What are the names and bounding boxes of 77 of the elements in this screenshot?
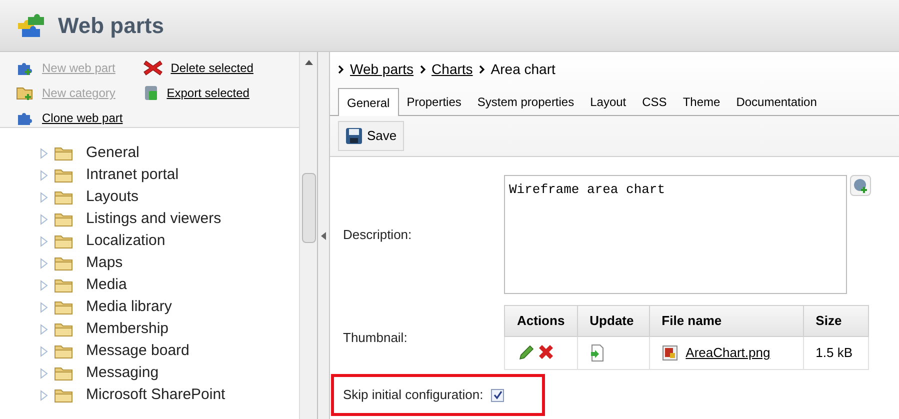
expand-arrow-icon[interactable] bbox=[40, 346, 48, 356]
folder-icon bbox=[54, 211, 74, 227]
folder-icon bbox=[54, 255, 74, 271]
tab[interactable]: CSS bbox=[634, 89, 675, 115]
tab[interactable]: Theme bbox=[674, 89, 728, 115]
tree-item-label[interactable]: Intranet portal bbox=[86, 164, 179, 186]
tab[interactable]: Properties bbox=[398, 89, 470, 115]
puzzle-icon bbox=[16, 60, 34, 76]
tree-item-label[interactable]: General bbox=[86, 142, 140, 164]
tree-item-label[interactable]: Message board bbox=[86, 340, 190, 362]
save-button[interactable]: Save bbox=[338, 121, 404, 151]
tree-item-label[interactable]: Media bbox=[86, 274, 127, 296]
tree-item-label[interactable]: Maps bbox=[86, 252, 123, 274]
delete-icon[interactable] bbox=[537, 344, 555, 362]
tree-item-label[interactable]: Microsoft SharePoint bbox=[86, 384, 226, 406]
expand-arrow-icon[interactable] bbox=[40, 170, 48, 180]
tree-item-label[interactable]: Media library bbox=[86, 296, 172, 318]
expand-arrow-icon[interactable] bbox=[40, 214, 48, 224]
column-header: Size bbox=[803, 306, 868, 336]
skip-configuration-label: Skip initial configuration: bbox=[343, 386, 484, 404]
puzzle-icon bbox=[16, 110, 34, 126]
folder-icon bbox=[54, 365, 74, 381]
description-label: Description: bbox=[343, 226, 412, 244]
pencil-icon[interactable] bbox=[517, 344, 535, 362]
chevron-icon bbox=[478, 64, 485, 74]
page-title: Web parts bbox=[58, 12, 164, 40]
expand-arrow-icon[interactable] bbox=[40, 390, 48, 400]
globe-plus-icon[interactable] bbox=[850, 175, 871, 196]
thumbnail-label: Thumbnail: bbox=[343, 328, 408, 347]
tree-item-label[interactable]: Localization bbox=[86, 230, 166, 252]
tab[interactable]: Documentation bbox=[728, 89, 825, 115]
expand-arrow-icon[interactable] bbox=[40, 368, 48, 378]
column-header: Actions bbox=[504, 306, 578, 336]
toolbar-link[interactable]: Delete selected bbox=[170, 59, 254, 77]
folder-icon bbox=[54, 387, 74, 403]
folder-icon bbox=[54, 233, 74, 249]
breadcrumb-link[interactable]: Web parts bbox=[350, 58, 414, 80]
table-cell: 1.5 kB bbox=[803, 336, 868, 370]
column-header: Update bbox=[577, 306, 650, 336]
image-file-icon bbox=[662, 345, 678, 361]
collapse-arrow-icon[interactable] bbox=[321, 232, 326, 240]
tab[interactable]: General bbox=[338, 88, 399, 116]
folder-icon bbox=[54, 321, 74, 337]
scrollbar-thumb[interactable] bbox=[302, 173, 316, 243]
expand-arrow-icon[interactable] bbox=[40, 324, 48, 334]
toolbar-link[interactable]: Export selected bbox=[166, 84, 250, 102]
folder-icon bbox=[54, 299, 74, 315]
tree-item-label[interactable]: Layouts bbox=[86, 186, 139, 208]
description-field[interactable]: Wireframe area chart bbox=[504, 175, 847, 294]
folder-icon bbox=[54, 277, 74, 293]
toolbar-link[interactable]: Clone web part bbox=[42, 109, 123, 127]
scroll-up-icon[interactable] bbox=[304, 60, 312, 65]
folder-icon bbox=[54, 167, 74, 183]
expand-arrow-icon[interactable] bbox=[40, 192, 48, 202]
checkbox[interactable] bbox=[491, 388, 504, 402]
folder-plus-icon bbox=[16, 85, 34, 101]
tab[interactable]: Layout bbox=[582, 89, 634, 115]
expand-arrow-icon[interactable] bbox=[40, 236, 48, 246]
column-header: File name bbox=[649, 306, 804, 336]
breadcrumb-current: Area chart bbox=[490, 60, 556, 78]
tree-item-label[interactable]: Membership bbox=[86, 318, 169, 340]
breadcrumb-link[interactable]: Charts bbox=[432, 58, 473, 80]
expand-arrow-icon[interactable] bbox=[40, 258, 48, 268]
database-icon bbox=[142, 84, 159, 102]
expand-arrow-icon[interactable] bbox=[40, 148, 48, 158]
delete-icon bbox=[142, 59, 163, 77]
puzzle-pieces-icon bbox=[16, 12, 46, 38]
chevron-icon bbox=[420, 64, 426, 74]
folder-icon bbox=[54, 343, 74, 359]
chevron-icon bbox=[338, 64, 344, 74]
folder-icon bbox=[54, 145, 74, 161]
expand-arrow-icon[interactable] bbox=[40, 280, 48, 290]
expand-arrow-icon[interactable] bbox=[40, 302, 48, 312]
folder-icon bbox=[54, 189, 74, 205]
tree-item-label[interactable]: Listings and viewers bbox=[86, 208, 222, 230]
tab[interactable]: System properties bbox=[469, 89, 582, 115]
tree-item-label[interactable]: Messaging bbox=[86, 362, 159, 384]
